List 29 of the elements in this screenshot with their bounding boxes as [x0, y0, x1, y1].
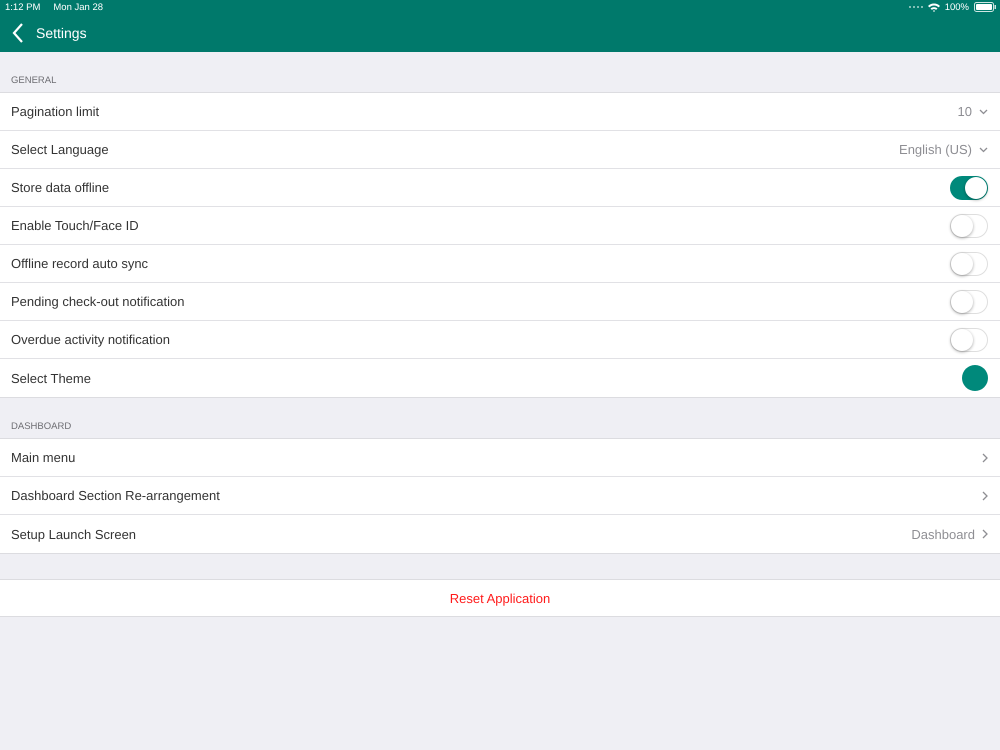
settings-row[interactable]: Pending check-out notification	[0, 283, 1000, 321]
signal-icon	[908, 6, 923, 8]
battery-percent: 100%	[944, 2, 969, 12]
chevron-right-icon	[982, 490, 988, 500]
reset-application-button[interactable]: Reset Application	[0, 579, 1000, 617]
wifi-icon	[928, 2, 940, 12]
back-icon[interactable]	[12, 23, 24, 43]
settings-row[interactable]: Overdue activity notification	[0, 321, 1000, 359]
settings-row[interactable]: Dashboard Section Re-arrangement	[0, 477, 1000, 515]
settings-row[interactable]: Enable Touch/Face ID	[0, 207, 1000, 245]
chevron-down-icon	[979, 108, 988, 114]
settings-row[interactable]: Offline record auto sync	[0, 245, 1000, 283]
section-header: DASHBOARD	[11, 421, 72, 432]
status-time: 1:12 PM	[5, 2, 40, 12]
settings-row[interactable]: Pagination limit 10	[0, 93, 1000, 131]
settings-row[interactable]: Store data offline	[0, 169, 1000, 207]
toggle-switch[interactable]	[950, 176, 988, 200]
nav-title: Settings	[36, 25, 87, 41]
chevron-right-icon	[982, 529, 988, 539]
chevron-down-icon	[979, 146, 988, 152]
status-date: Mon Jan 28	[53, 2, 104, 12]
theme-color-dot[interactable]	[962, 365, 988, 391]
settings-row[interactable]: Main menu	[0, 439, 1000, 477]
settings-row[interactable]: Setup Launch Screen Dashboard	[0, 515, 1000, 553]
settings-row[interactable]: Select Language English (US)	[0, 131, 1000, 169]
section-header: GENERAL	[11, 75, 56, 86]
battery-icon	[974, 2, 996, 12]
settings-row[interactable]: Select Theme	[0, 359, 1000, 397]
chevron-right-icon	[982, 452, 988, 462]
